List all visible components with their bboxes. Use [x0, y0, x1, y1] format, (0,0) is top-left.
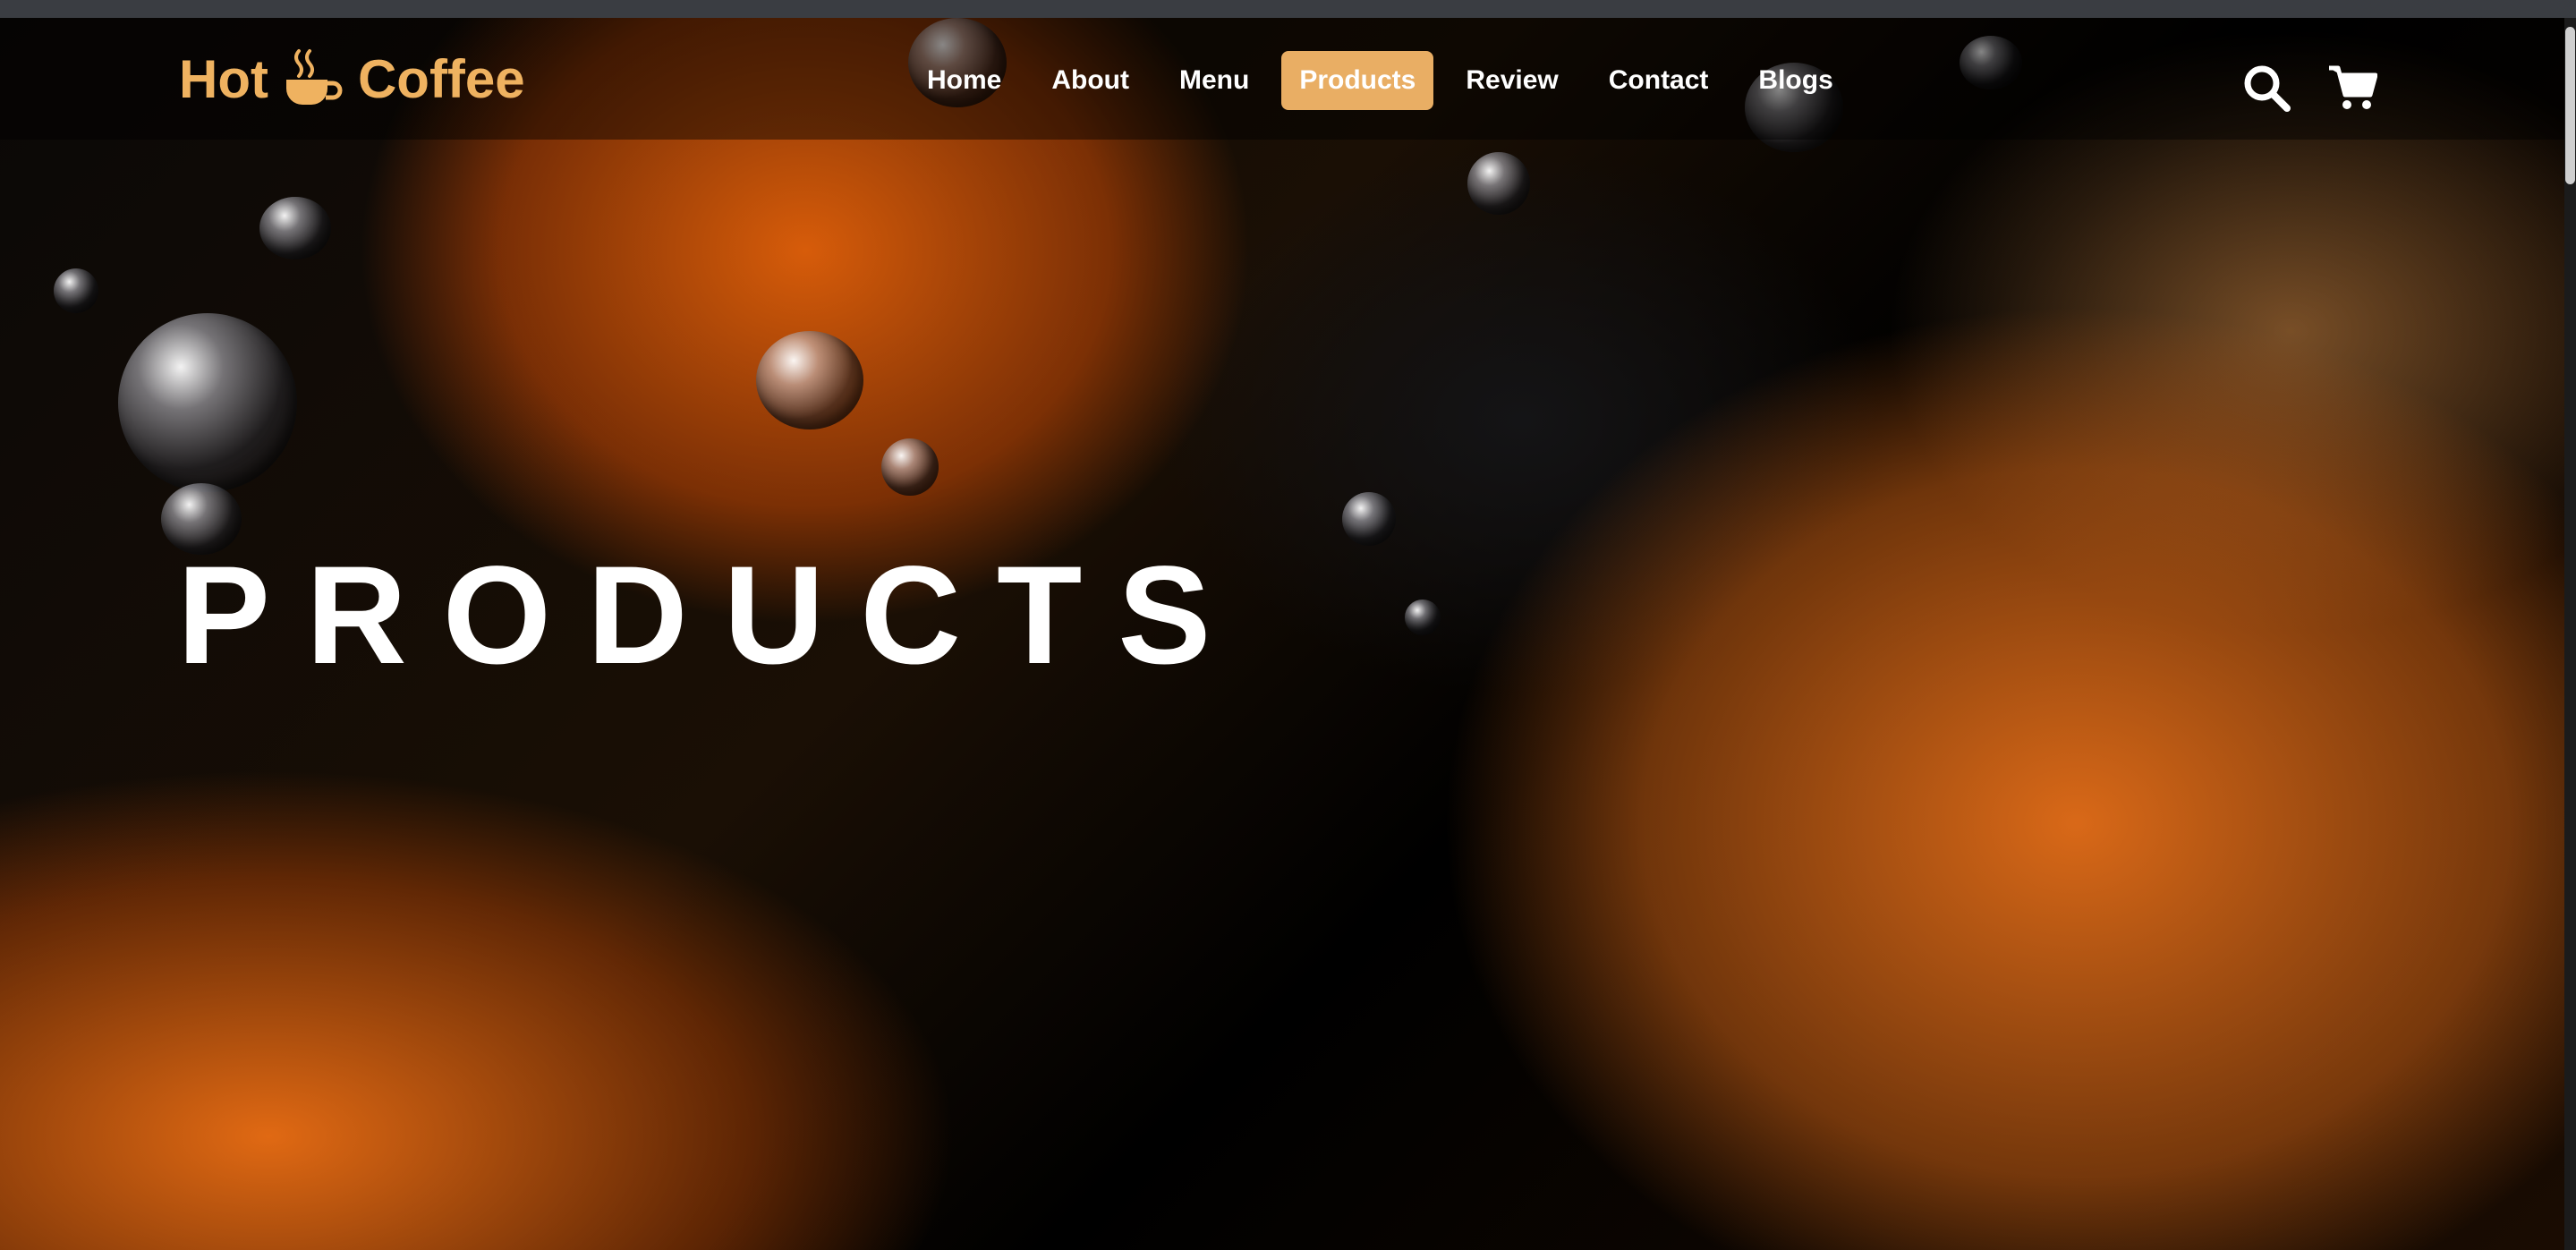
- nav-about[interactable]: About: [1033, 51, 1147, 110]
- brand-name-right: Coffee: [357, 48, 525, 109]
- bubble: [1467, 152, 1530, 215]
- bubble: [756, 331, 863, 429]
- nav-review[interactable]: Review: [1448, 51, 1576, 110]
- bubble: [259, 197, 331, 259]
- nav-contact[interactable]: Contact: [1591, 51, 1727, 110]
- search-icon[interactable]: [2241, 63, 2291, 113]
- bubble: [1342, 492, 1396, 546]
- navbar: Hot Coffee Home About Menu Products Revi…: [0, 18, 2564, 140]
- nav-home[interactable]: Home: [909, 51, 1019, 110]
- bubble: [54, 268, 98, 313]
- nav-menu[interactable]: Menu: [1161, 51, 1267, 110]
- bubble: [118, 313, 297, 492]
- cart-icon[interactable]: [2327, 63, 2377, 113]
- nav-blogs[interactable]: Blogs: [1740, 51, 1850, 110]
- brand-logo[interactable]: Hot Coffee: [179, 47, 525, 111]
- nav-products[interactable]: Products: [1281, 51, 1434, 110]
- bubble: [1405, 599, 1441, 635]
- bubble: [881, 438, 939, 496]
- header-icons: [2241, 63, 2377, 113]
- brand-name-left: Hot: [179, 48, 268, 109]
- scrollbar-thumb[interactable]: [2565, 27, 2575, 184]
- browser-top-strip: [0, 0, 2576, 18]
- nav-links: Home About Menu Products Review Contact …: [909, 47, 1851, 115]
- hero-title: PRODUCTS: [177, 538, 1247, 693]
- scrollbar-track[interactable]: [2564, 18, 2576, 1250]
- coffee-cup-icon: [285, 49, 343, 105]
